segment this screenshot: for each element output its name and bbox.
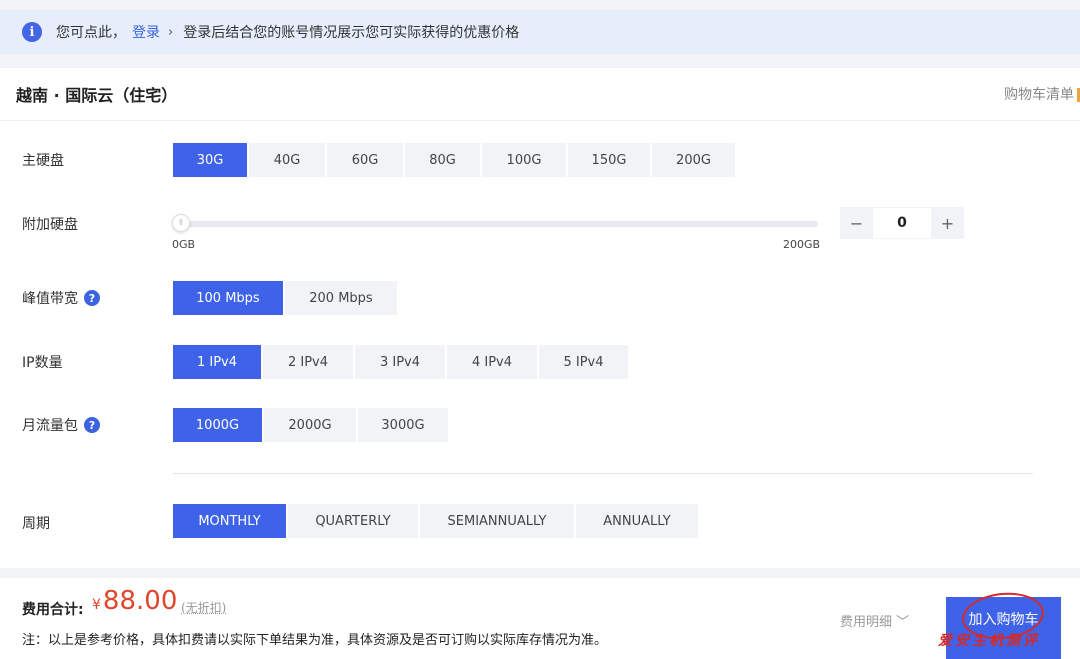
section-divider <box>173 473 1033 474</box>
price-amount: 88.00 <box>102 586 178 616</box>
total-price: ¥ 88.00 <box>92 586 177 616</box>
bandwidth-option-200[interactable]: 200 Mbps <box>285 281 397 315</box>
cart-list-label: 购物车清单 <box>1004 87 1074 103</box>
main-disk-option-40g[interactable]: 40G <box>249 143 325 177</box>
bandwidth-label: 峰值带宽 ? <box>22 288 100 308</box>
ip-count-label: IP数量 <box>22 352 63 372</box>
ip-count-selector: 1 IPv4 2 IPv4 3 IPv4 4 IPv4 5 IPv4 <box>173 345 630 379</box>
main-disk-label: 主硬盘 <box>22 150 64 170</box>
extra-disk-slider-thumb[interactable]: ⦀ <box>172 214 190 232</box>
fee-detail-toggle[interactable]: 费用明细 ﹀ <box>840 611 909 630</box>
main-disk-option-30g[interactable]: 30G <box>173 143 247 177</box>
period-option-semiannually[interactable]: SEMIANNUALLY <box>420 504 574 538</box>
chevron-right-icon: › <box>168 24 174 40</box>
traffic-selector: 1000G 2000G 3000G <box>173 408 450 442</box>
price-note: 注：以上是参考价格，具体扣费请以实际下单结果为准，具体资源及是否可订购以实际库存… <box>22 633 608 648</box>
main-disk-option-150g[interactable]: 150G <box>568 143 650 177</box>
ip-option-2[interactable]: 2 IPv4 <box>263 345 353 379</box>
main-disk-option-60g[interactable]: 60G <box>327 143 403 177</box>
watermark-text: 爱安主机测评 <box>938 633 1040 649</box>
traffic-option-3000g[interactable]: 3000G <box>358 408 448 442</box>
traffic-label-text: 月流量包 <box>22 418 78 434</box>
slider-min-label: 0GB <box>172 238 196 251</box>
ip-option-5[interactable]: 5 IPv4 <box>539 345 628 379</box>
product-title: 越南 · 国际云（住宅） <box>16 86 178 105</box>
info-icon: i <box>22 22 42 42</box>
extra-disk-label: 附加硬盘 <box>22 214 78 234</box>
bandwidth-selector: 100 Mbps 200 Mbps <box>173 281 399 315</box>
extra-disk-value[interactable]: 0 <box>873 207 931 239</box>
login-notice-bar: i 您可点此， 登录 › 登录后结合您的账号情况展示您可实际获得的优惠价格 <box>0 10 1080 54</box>
extra-disk-slider-track[interactable] <box>173 221 818 227</box>
bandwidth-label-text: 峰值带宽 <box>22 291 78 307</box>
ip-option-4[interactable]: 4 IPv4 <box>447 345 537 379</box>
period-option-monthly[interactable]: MONTHLY <box>173 504 286 538</box>
main-disk-label-text: 主硬盘 <box>22 153 64 169</box>
main-disk-option-200g[interactable]: 200G <box>652 143 735 177</box>
login-link[interactable]: 登录 <box>132 22 160 42</box>
extra-disk-stepper: − 0 + <box>840 207 964 239</box>
notice-message: 登录后结合您的账号情况展示您可实际获得的优惠价格 <box>183 25 520 41</box>
main-disk-option-100g[interactable]: 100G <box>482 143 566 177</box>
increment-button[interactable]: + <box>931 207 964 239</box>
period-label: 周期 <box>22 513 50 533</box>
slider-max-label: 200GB <box>783 238 821 251</box>
order-footer: 费用合计: ¥ 88.00 (无折扣) 注：以上是参考价格，具体扣费请以实际下单… <box>0 578 1080 659</box>
period-selector: MONTHLY QUARTERLY SEMIANNUALLY ANNUALLY <box>173 504 700 538</box>
bandwidth-option-100[interactable]: 100 Mbps <box>173 281 283 315</box>
ip-option-3[interactable]: 3 IPv4 <box>355 345 445 379</box>
period-option-annually[interactable]: ANNUALLY <box>576 504 698 538</box>
traffic-label: 月流量包 ? <box>22 415 100 435</box>
discount-status: (无折扣) <box>181 601 227 615</box>
help-icon[interactable]: ? <box>84 417 100 433</box>
traffic-option-2000g[interactable]: 2000G <box>264 408 356 442</box>
decrement-button[interactable]: − <box>840 207 873 239</box>
ip-option-1[interactable]: 1 IPv4 <box>173 345 261 379</box>
traffic-option-1000g[interactable]: 1000G <box>173 408 262 442</box>
total-label: 费用合计: <box>22 602 84 618</box>
main-disk-option-80g[interactable]: 80G <box>405 143 480 177</box>
period-option-quarterly[interactable]: QUARTERLY <box>288 504 418 538</box>
help-icon[interactable]: ? <box>84 290 100 306</box>
main-disk-selector: 30G 40G 60G 80G 100G 150G 200G <box>173 143 737 177</box>
period-label-text: 周期 <box>22 516 50 532</box>
notice-prefix: 您可点此， <box>56 25 126 41</box>
ip-count-label-text: IP数量 <box>22 355 63 371</box>
panel-header: 越南 · 国际云（住宅） 购物车清单 <box>0 68 1080 121</box>
cart-list-link[interactable]: 购物车清单 <box>1004 84 1080 104</box>
extra-disk-label-text: 附加硬盘 <box>22 217 78 233</box>
currency-symbol: ¥ <box>92 597 101 613</box>
